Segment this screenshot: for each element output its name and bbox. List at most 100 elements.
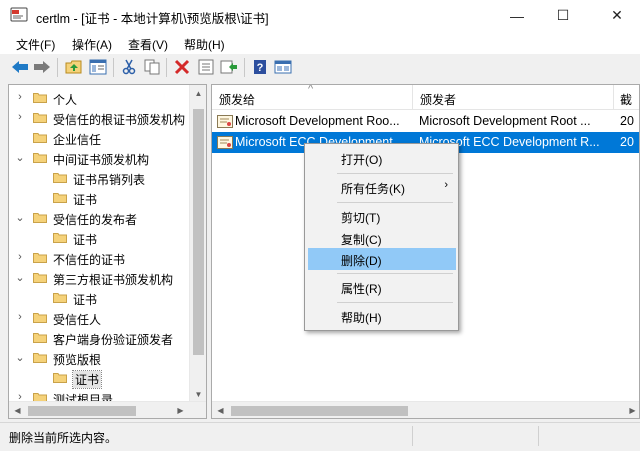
scroll-down-icon[interactable]: ▼ [190,390,206,399]
context-menu-help[interactable]: 帮助(H) [308,305,456,327]
context-menu-copy[interactable]: 复制(C) [308,227,456,249]
menu-view[interactable]: 查看(V) [128,36,168,53]
tree-item[interactable]: 证书 [9,368,189,389]
show-hide-tree-button[interactable] [89,58,107,76]
scroll-left-icon[interactable]: ◀ [9,406,26,415]
toolbar-separator [57,58,58,77]
folder-icon [33,253,47,263]
tree-item[interactable]: › 受信任的根证书颁发机构 [9,108,189,128]
menu-separator [337,173,453,174]
tree-item-label: 证书 [73,233,98,247]
console-tree[interactable]: › 个人 › 受信任的根证书颁发机构 企业信任 ⌄ 中间证书颁发机构 证书吊销列表 证书 ⌄ 受信任… [8,84,207,419]
tree-item-label: 预览版根 [53,353,102,367]
toolbar-separator [244,58,245,77]
scroll-left-icon[interactable]: ◀ [212,406,229,415]
status-divider [412,426,413,446]
expanded-chevron-icon[interactable]: ⌄ [15,351,25,364]
tree-vscroll-thumb[interactable] [193,109,204,355]
tree-item[interactable]: ⌄ 预览版根 [9,348,189,368]
context-menu-properties[interactable]: 属性(R) [308,276,456,298]
folder-icon [53,173,67,183]
help-button[interactable]: ? [251,58,269,76]
expanded-chevron-icon[interactable]: ⌄ [15,271,25,284]
tree-item-label: 证书 [71,370,103,389]
tree-item[interactable]: › 个人 [9,88,189,108]
forward-arrow-icon [34,61,50,73]
tree-hscroll-thumb[interactable] [28,406,136,416]
expanded-chevron-icon[interactable]: ⌄ [15,211,25,224]
back-button[interactable] [11,58,29,76]
context-menu-label: 打开(O) [341,153,383,167]
menu-file[interactable]: 文件(F) [16,36,55,53]
maximize-button[interactable]: ☐ [540,0,586,31]
up-one-level-button[interactable] [65,58,83,76]
context-menu-delete[interactable]: 删除(D) [308,248,456,270]
cut-button[interactable] [120,58,138,76]
menu-help[interactable]: 帮助(H) [184,36,225,53]
collapsed-chevron-icon[interactable]: › [15,111,25,123]
certificate-icon [217,115,233,128]
context-menu-all-tasks[interactable]: 所有任务(K) › [308,176,456,198]
context-menu-cut[interactable]: 剪切(T) [308,205,456,227]
menu-action[interactable]: 操作(A) [72,36,112,53]
tree-item[interactable]: ⌄ 中间证书颁发机构 [9,148,189,168]
tree-item[interactable]: 证书 [9,188,189,208]
context-menu: 打开(O) 所有任务(K) › 剪切(T) 复制(C) 删除(D) 属性(R) … [304,143,459,331]
tree-item-label: 证书 [73,293,98,307]
tree-item[interactable]: › 不信任的证书 [9,248,189,268]
tree-item[interactable]: 证书吊销列表 [9,168,189,188]
tree-item[interactable]: 证书 [9,288,189,308]
help-icon: ? [254,60,266,74]
menu-separator [337,202,453,203]
close-button[interactable]: ✕ [594,0,640,31]
folder-icon [53,373,67,383]
column-header-issued-by[interactable]: 颁发者 [413,85,614,110]
tree-item[interactable]: 证书 [9,228,189,248]
tree-item-label: 企业信任 [53,133,102,147]
row-issued-to: Microsoft Development Roo... [235,114,400,128]
list-horizontal-scrollbar[interactable]: ◀ ▶ [212,401,639,418]
tree-vertical-scrollbar[interactable]: ▲ ▼ [189,85,206,402]
scroll-right-icon[interactable]: ▶ [172,406,189,415]
context-menu-label: 剪切(T) [341,211,381,225]
properties-button[interactable] [197,58,215,76]
delete-button[interactable] [173,58,191,76]
export-list-button[interactable] [220,58,238,76]
list-hscroll-thumb[interactable] [231,406,408,416]
tree-item-label: 受信任人 [53,313,102,327]
minimize-button[interactable]: — [494,0,540,31]
column-header-issued-to[interactable]: 颁发给 ^ [212,85,413,110]
column-header-expiration[interactable]: 截 [614,85,639,110]
folder-icon [33,133,47,143]
folder-icon [53,293,67,303]
up-folder-icon [65,60,82,74]
forward-button[interactable] [33,58,51,76]
context-menu-open[interactable]: 打开(O) [308,147,456,169]
tree-item[interactable]: › 受信任人 [9,308,189,328]
tree-item[interactable]: ⌄ 第三方根证书颁发机构 [9,268,189,288]
folder-icon [33,113,47,123]
expanded-chevron-icon[interactable]: ⌄ [15,151,25,164]
toolbar-separator [113,58,114,77]
close-icon: ✕ [611,7,623,23]
scroll-up-icon[interactable]: ▲ [190,89,206,98]
context-menu-label: 删除(D) [341,254,382,268]
tree-item-label: 证书 [73,193,98,207]
collapsed-chevron-icon[interactable]: › [15,91,25,103]
table-row[interactable]: Microsoft Development Roo... Microsoft D… [212,111,639,132]
copy-button[interactable] [143,58,161,76]
cut-icon [122,59,136,75]
row-issued-by: Microsoft Development Root ... [419,114,591,128]
tree-item[interactable]: 客户端身份验证颁发者 [9,328,189,348]
row-expiration: 20 [620,135,634,149]
tree-item[interactable]: 企业信任 [9,128,189,148]
tree-item[interactable]: ⌄ 受信任的发布者 [9,208,189,228]
collapsed-chevron-icon[interactable]: › [15,251,25,263]
tree-horizontal-scrollbar[interactable]: ◀ ▶ [9,401,206,418]
menu-bar: 文件(F) 操作(A) 查看(V) 帮助(H) [0,31,640,54]
collapsed-chevron-icon[interactable]: › [15,311,25,323]
mmc-view-button[interactable] [274,58,292,76]
export-icon [220,60,237,74]
scroll-right-icon[interactable]: ▶ [624,406,639,415]
submenu-chevron-icon: › [444,179,448,191]
